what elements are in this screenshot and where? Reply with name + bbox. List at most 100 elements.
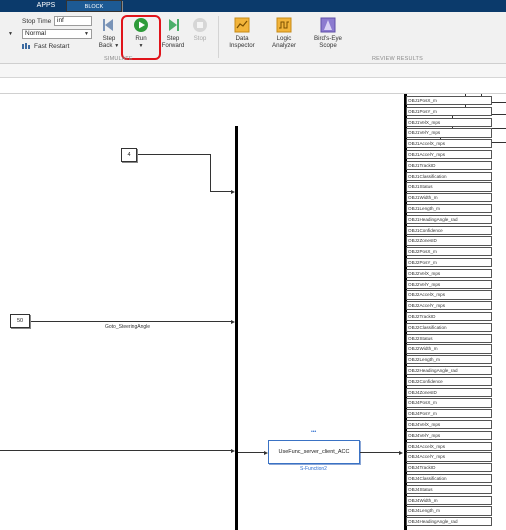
logic-analyzer-button[interactable]: Logic Analyzer [264, 17, 304, 49]
signal-port-label[interactable]: OBJ4ZonesID [406, 387, 492, 397]
signal-port-label[interactable]: OBJ1Confidence [406, 225, 492, 235]
logic-analyzer-icon [276, 17, 292, 33]
birds-eye-scope-button[interactable]: Bird's-Eye Scope [306, 17, 350, 49]
signal-port-label[interactable]: OBJ4HeadingAngle_rad [406, 517, 492, 527]
stop-button[interactable]: Stop [190, 17, 210, 42]
signal-port-label[interactable]: OBJ1Status [406, 182, 492, 192]
simulation-mode-value: Normal [25, 30, 46, 37]
signal-port-label[interactable]: OBJ2PosY_m [406, 258, 492, 268]
signal-port-label[interactable]: OBJ1AccelY_mps [406, 150, 492, 160]
stop-label: Stop [193, 35, 207, 42]
sfunction-label: UseFunc_server_client_ACC [278, 449, 350, 455]
signal-port-label[interactable]: OBJ1PosX_m [406, 96, 492, 106]
tab-block[interactable]: BLOCK [66, 0, 122, 12]
signal-line[interactable] [138, 154, 210, 155]
signal-port-label[interactable]: OBJ2Status [406, 333, 492, 343]
signal-port-label[interactable]: OBJ1Width_m [406, 193, 492, 203]
signal-port-label[interactable]: OBJ2VelX_mps [406, 268, 492, 279]
toolstrip-tab-bar: APPS BLOCK [0, 0, 506, 12]
signal-port-label[interactable]: OBJ4Classification [406, 474, 492, 484]
explorer-bar [0, 78, 506, 94]
fast-restart-label[interactable]: Fast Restart [34, 43, 69, 50]
sfunction-ellipsis: ••• [311, 429, 317, 435]
signal-port-label[interactable]: OBJ4Length_m [406, 506, 492, 516]
step-back-label-1: Step [102, 35, 116, 42]
birds-eye-scope-icon [320, 17, 336, 33]
signal-line[interactable] [0, 450, 232, 451]
constant-block-50[interactable]: 50 [10, 314, 30, 328]
sfunction-caption: S-Function2 [300, 466, 327, 472]
signal-port-label[interactable]: OBJ2AccelX_mps [406, 290, 492, 300]
signal-port-label[interactable]: OBJ2Confidence [406, 376, 492, 387]
signal-port-label[interactable]: OBJ2VelY_mps [406, 279, 492, 289]
signal-port-label[interactable]: OBJ4Width_m [406, 495, 492, 505]
signal-port-label[interactable]: OBJ4PosX_m [406, 398, 492, 408]
step-back-label-2: Back [98, 42, 113, 49]
step-back-button[interactable]: Step Back ▼ [98, 17, 120, 50]
data-inspector-label-2: Inspector [229, 42, 255, 49]
ribbon-separator [218, 16, 219, 58]
signal-port-label[interactable]: OBJ2Width_m [406, 344, 492, 354]
left-dropdown-icon[interactable]: ▼ [8, 31, 13, 37]
constant-block-50-value: 50 [16, 318, 24, 324]
step-forward-button[interactable]: Step Forward [160, 17, 186, 49]
signal-port-label[interactable]: OBJ4PosY_m [406, 409, 492, 419]
signal-port-label[interactable]: OBJ4TrackID [406, 463, 492, 473]
data-inspector-button[interactable]: Data Inspector [224, 17, 260, 49]
stop-time-input[interactable]: inf [54, 16, 92, 26]
stop-time-label: Stop Time [22, 18, 52, 25]
logic-analyzer-label-1: Logic [276, 35, 292, 42]
signal-port-label[interactable]: OBJ4Status [406, 484, 492, 495]
mux-block[interactable] [235, 126, 238, 530]
run-label: Run [135, 35, 147, 42]
signal-port-label[interactable]: OBJ1PosY_m [406, 106, 492, 117]
signal-line[interactable] [31, 321, 232, 322]
signal-port-label[interactable]: OBJ2Length_m [406, 355, 492, 365]
signal-line[interactable] [360, 452, 400, 453]
signal-port-label[interactable]: OBJ2TrackID [406, 312, 492, 322]
tab-apps[interactable]: APPS [26, 0, 66, 12]
run-play-icon [134, 18, 148, 32]
step-back-icon [103, 19, 113, 31]
step-forward-label-1: Step [166, 35, 180, 42]
data-inspector-label-1: Data [235, 35, 249, 42]
signal-port-label[interactable]: OBJ1AccelX_mps [406, 139, 492, 149]
signal-port-label[interactable]: OBJ1VelX_mps [406, 117, 492, 127]
birds-eye-label-2: Scope [319, 42, 337, 49]
signal-port-label[interactable]: OBJ2PosX_m [406, 247, 492, 257]
signal-port-label[interactable]: OBJ2HeadingAngle_rad [406, 366, 492, 376]
signal-port-label[interactable]: OBJ2AccelY_mps [406, 301, 492, 311]
breadcrumb-bar [0, 64, 506, 78]
birds-eye-label-1: Bird's-Eye [313, 35, 342, 42]
logic-analyzer-label-2: Analyzer [271, 42, 297, 49]
step-forward-label-2: Forward [161, 42, 185, 49]
signal-line[interactable] [238, 452, 264, 453]
signal-port-label[interactable]: OBJ2ZonesID [406, 236, 492, 246]
sfunction-block[interactable]: UseFunc_server_client_ACC [268, 440, 360, 464]
data-inspector-icon [234, 17, 250, 33]
signal-line[interactable] [210, 154, 211, 192]
signal-line[interactable] [210, 191, 232, 192]
fast-restart-icon[interactable] [22, 43, 32, 50]
simulation-mode-select[interactable]: Normal [22, 29, 92, 39]
step-forward-icon [169, 19, 179, 31]
toolstrip-ribbon: ▼ Stop Time inf Normal ▼ Fast Restart St… [0, 12, 506, 64]
simulate-section-caption: SIMULATE [104, 56, 133, 62]
signal-port-label[interactable]: OBJ1VelY_mps [406, 128, 492, 138]
review-section-caption: REVIEW RESULTS [372, 56, 423, 62]
signal-port-label[interactable]: OBJ1Length_m [406, 204, 492, 214]
signal-port-label[interactable]: OBJ2Classification [406, 322, 492, 333]
stop-icon [193, 18, 207, 32]
signal-port-label[interactable]: OBJ1Classification [406, 171, 492, 181]
signal-port-label[interactable]: OBJ1HeadingAngle_rad [406, 214, 492, 225]
signal-port-label[interactable]: OBJ1TrackID [406, 160, 492, 171]
constant-block[interactable]: 4 [121, 148, 137, 162]
signal-port-label[interactable]: OBJ4AccelX_mps [406, 441, 492, 451]
signal-port-label[interactable]: OBJ4VelX_mps [406, 420, 492, 430]
run-button[interactable]: Run ▼ [126, 17, 156, 50]
constant-block-value: 4 [127, 152, 131, 158]
run-chevron-down-icon[interactable]: ▼ [139, 43, 144, 49]
signal-port-label[interactable]: OBJ4AccelY_mps [406, 452, 492, 462]
mode-chevron-down-icon[interactable]: ▼ [84, 31, 89, 37]
signal-port-label[interactable]: OBJ4VelY_mps [406, 430, 492, 441]
